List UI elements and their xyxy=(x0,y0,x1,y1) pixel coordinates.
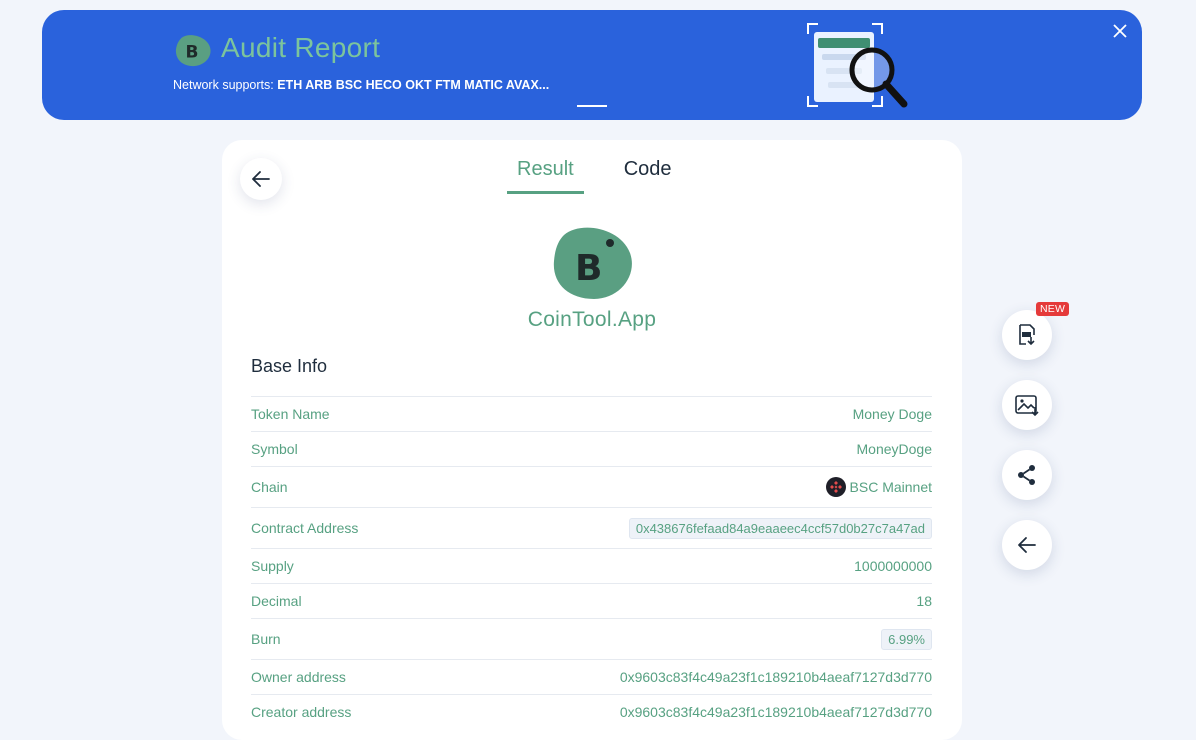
image-download-icon xyxy=(1015,395,1039,417)
supply-label: Supply xyxy=(251,558,294,574)
supply-value: 1000000000 xyxy=(854,558,932,574)
decimal-value: 18 xyxy=(916,593,932,609)
result-card: Result Code B CoinTool.App Base Info Tok… xyxy=(222,140,962,740)
download-pdf-button[interactable] xyxy=(1002,310,1052,360)
new-badge: NEW xyxy=(1036,302,1070,316)
share-icon xyxy=(1018,465,1035,485)
contract-address-value[interactable]: 0x438676fefaad84a9eaaeec4ccf57d0b27c7a47… xyxy=(628,517,932,539)
network-list: ETH ARB BSC HECO OKT FTM MATIC AVAX... xyxy=(277,78,550,92)
brand-name: CoinTool.App xyxy=(527,308,657,331)
creator-address-label: Creator address xyxy=(251,704,352,720)
owner-address-label: Owner address xyxy=(251,669,346,685)
chain-value: BSC Mainnet xyxy=(825,477,932,497)
back-button[interactable] xyxy=(240,158,282,200)
tab-result[interactable]: Result xyxy=(507,158,584,194)
close-icon xyxy=(1113,24,1127,38)
chain-label: Chain xyxy=(251,479,288,495)
pdf-download-icon xyxy=(1019,324,1035,346)
token-name-value: Money Doge xyxy=(852,406,932,422)
symbol-value: MoneyDoge xyxy=(856,441,933,457)
table-row: Symbol MoneyDoge xyxy=(251,431,932,466)
table-row: Creator address 0x9603c83f4c49a23f1c1892… xyxy=(251,694,932,729)
base-info-title: Base Info xyxy=(251,356,328,376)
owner-address-value[interactable]: 0x9603c83f4c49a23f1c189210b4aeaf7127d3d7… xyxy=(620,669,932,685)
cointool-logo-icon: B xyxy=(175,35,211,67)
chain-name: BSC Mainnet xyxy=(849,479,932,495)
creator-address-value[interactable]: 0x9603c83f4c49a23f1c189210b4aeaf7127d3d7… xyxy=(620,704,932,720)
table-row: Contract Address 0x438676fefaad84a9eaaee… xyxy=(251,507,932,548)
svg-text:B: B xyxy=(575,248,602,289)
bsc-chain-icon xyxy=(825,477,846,497)
banner-close-button[interactable] xyxy=(1110,22,1130,42)
decimal-label: Decimal xyxy=(251,593,302,609)
carousel-indicator[interactable] xyxy=(577,105,607,107)
back-arrow-icon xyxy=(252,171,270,187)
back-arrow-icon xyxy=(1018,537,1036,553)
table-row: Burn 6.99% xyxy=(251,618,932,659)
share-button[interactable] xyxy=(1002,450,1052,500)
audit-magnifier-illustration-icon xyxy=(807,23,908,108)
banner-title: Audit Report xyxy=(221,32,381,63)
table-row: Chain BSC Mainnet xyxy=(251,466,932,507)
network-supports-text: Network supports: ETH ARB BSC HECO OKT F… xyxy=(173,78,549,92)
table-row: Token Name Money Doge xyxy=(251,396,932,431)
table-row: Supply 1000000000 xyxy=(251,548,932,583)
tab-code[interactable]: Code xyxy=(614,158,682,194)
contract-address-label: Contract Address xyxy=(251,520,359,536)
audit-report-banner[interactable]: B Audit Report Network supports: ETH ARB… xyxy=(42,10,1142,120)
burn-label: Burn xyxy=(251,631,281,647)
table-row: Owner address 0x9603c83f4c49a23f1c189210… xyxy=(251,659,932,694)
svg-text:B: B xyxy=(185,43,198,63)
burn-value: 6.99% xyxy=(881,628,932,650)
download-image-button[interactable] xyxy=(1002,380,1052,430)
base-info-table: Token Name Money Doge Symbol MoneyDoge C… xyxy=(251,396,932,729)
token-name-label: Token Name xyxy=(251,406,330,422)
network-supports-label: Network supports: xyxy=(173,78,278,92)
result-code-tabs: Result Code xyxy=(507,158,682,194)
table-row: Decimal 18 xyxy=(251,583,932,618)
fab-back-button[interactable] xyxy=(1002,520,1052,570)
symbol-label: Symbol xyxy=(251,441,298,457)
cointool-brand-logo-icon: B xyxy=(553,227,632,299)
